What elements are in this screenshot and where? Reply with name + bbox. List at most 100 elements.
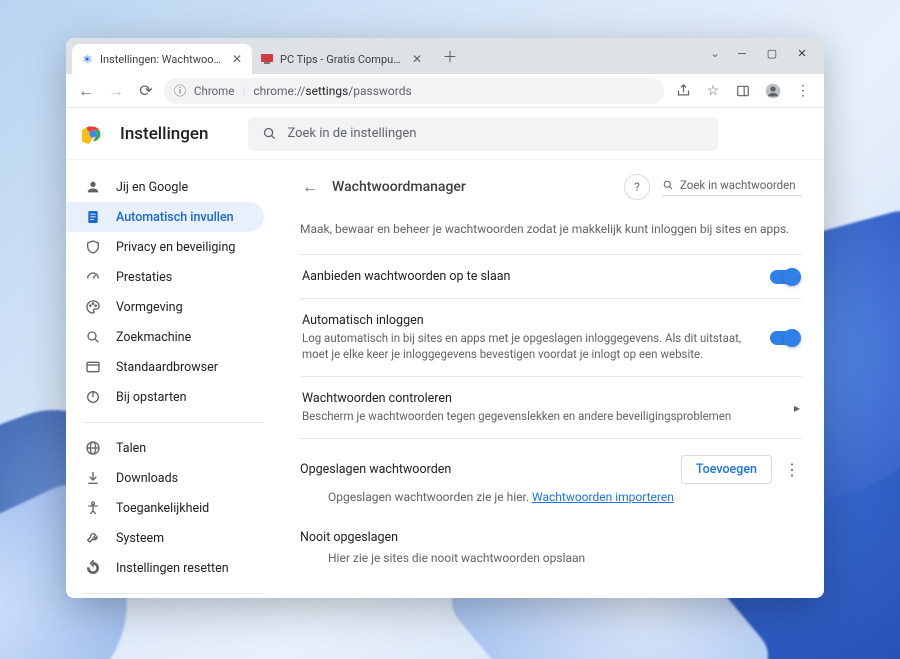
- site-icon: [260, 52, 274, 66]
- sidebar-item-label: Toegankelijkheid: [116, 501, 209, 516]
- sidebar-separator: [84, 422, 264, 423]
- sidebar-item-label: Privacy en beveiliging: [116, 240, 235, 255]
- power-icon: [84, 388, 102, 406]
- sidebar-item-label: Zoekmachine: [116, 330, 191, 345]
- add-password-button[interactable]: Toevoegen: [681, 455, 772, 484]
- sidebar-item-label: Vormgeving: [116, 300, 183, 315]
- settings-title: Instellingen: [120, 124, 208, 144]
- sidebar-item-privacy[interactable]: Privacy en beveiliging: [66, 232, 264, 262]
- minimize-button[interactable]: ─: [728, 42, 756, 64]
- row-title: Aanbieden wachtwoorden op te slaan: [302, 269, 758, 284]
- sidebar-item-appearance[interactable]: Vormgeving: [66, 292, 264, 322]
- section-title: Nooit opgeslagen: [300, 530, 398, 545]
- tab-title: PC Tips - Gratis Computer Tips.: [280, 53, 404, 66]
- sidebar-item-label: Standaardbrowser: [116, 360, 218, 375]
- row-title: Automatisch inloggen: [302, 313, 758, 328]
- close-button[interactable]: ✕: [788, 42, 816, 64]
- sidebar-item-system[interactable]: Systeem: [66, 523, 264, 553]
- sidebar-item-default-browser[interactable]: Standaardbrowser: [66, 352, 264, 382]
- menu-icon[interactable]: ⋮: [790, 78, 816, 104]
- more-menu-button[interactable]: ⋮: [782, 460, 802, 479]
- section-title: Opgeslagen wachtwoorden: [300, 462, 451, 477]
- settings-search[interactable]: Zoek in de instellingen: [248, 117, 718, 151]
- maximize-button[interactable]: ▢: [758, 42, 786, 64]
- never-saved-heading: Nooit opgeslagen: [300, 514, 802, 545]
- new-tab-button[interactable]: ＋: [438, 44, 462, 68]
- origin-label: Chrome: [194, 84, 234, 98]
- sidebar-separator: [84, 593, 264, 594]
- tab-settings[interactable]: Instellingen: Wachtwoordmanag ✕: [72, 44, 252, 74]
- palette-icon: [84, 298, 102, 316]
- speedometer-icon: [84, 268, 102, 286]
- site-info-icon[interactable]: ⓘ: [174, 82, 186, 99]
- empty-text: Opgeslagen wachtwoorden zie je hier.: [328, 490, 529, 504]
- toggle-auto-signin[interactable]: [770, 331, 800, 345]
- sidebar-item-languages[interactable]: Talen: [66, 433, 264, 463]
- page-title: Wachtwoordmanager: [332, 179, 466, 195]
- never-saved-empty: Hier zie je sites die nooit wachtwoorden…: [300, 545, 802, 575]
- search-icon: [262, 126, 277, 141]
- browser-icon: [84, 358, 102, 376]
- search-placeholder: Zoek in wachtwoorden: [680, 178, 796, 192]
- shield-icon: [84, 238, 102, 256]
- saved-passwords-empty: Opgeslagen wachtwoorden zie je hier. Wac…: [300, 484, 802, 514]
- url-path: /passwords: [348, 84, 411, 98]
- sidebar-item-performance[interactable]: Prestaties: [66, 262, 264, 292]
- sidebar-item-autofill[interactable]: Automatisch invullen: [66, 202, 264, 232]
- sidebar-item-label: Automatisch invullen: [116, 210, 234, 225]
- sidebar-item-label: Instellingen resetten: [116, 561, 229, 576]
- row-title: Wachtwoorden controleren: [302, 391, 782, 406]
- settings-header: Instellingen Zoek in de instellingen: [66, 108, 824, 160]
- sidebar-item-reset[interactable]: Instellingen resetten: [66, 553, 264, 583]
- tab-pctips[interactable]: PC Tips - Gratis Computer Tips. ✕: [252, 44, 432, 74]
- page-intro: Maak, bewaar en beheer je wachtwoorden z…: [300, 222, 802, 236]
- browser-toolbar: ← → ⟳ ⓘ Chrome | chrome://settings/passw…: [66, 74, 824, 108]
- nav-forward-button[interactable]: →: [104, 79, 128, 103]
- download-icon: [84, 469, 102, 487]
- help-button[interactable]: ?: [624, 174, 650, 200]
- sidebar-item-startup[interactable]: Bij opstarten: [66, 382, 264, 412]
- share-icon[interactable]: [670, 78, 696, 104]
- document-icon: [84, 208, 102, 226]
- gear-icon: [80, 52, 94, 66]
- chevron-down-icon[interactable]: ⌄: [704, 42, 726, 64]
- close-icon[interactable]: ✕: [230, 52, 244, 66]
- reset-icon: [84, 559, 102, 577]
- sidebar-item-label: Downloads: [116, 471, 178, 486]
- accessibility-icon: [84, 499, 102, 517]
- sidebar-item-accessibility[interactable]: Toegankelijkheid: [66, 493, 264, 523]
- toggle-offer-save[interactable]: [770, 270, 800, 284]
- sidebar-item-label: Prestaties: [116, 270, 172, 285]
- row-check-passwords[interactable]: Wachtwoorden controleren Bescherm je wac…: [300, 376, 802, 438]
- omnibox[interactable]: ⓘ Chrome | chrome://settings/passwords: [164, 78, 664, 104]
- close-icon[interactable]: ✕: [410, 52, 424, 66]
- wrench-icon: [84, 529, 102, 547]
- sidebar-item-downloads[interactable]: Downloads: [66, 463, 264, 493]
- side-panel-icon[interactable]: [730, 78, 756, 104]
- settings-sidebar: Jij en Google Automatisch invullen Priva…: [66, 160, 278, 598]
- search-icon: [84, 328, 102, 346]
- sidebar-item-you-and-google[interactable]: Jij en Google: [66, 172, 264, 202]
- chrome-logo-icon: [82, 123, 104, 145]
- search-icon: [662, 179, 674, 191]
- page-header-row: ← Wachtwoordmanager ? Zoek in wachtwoord…: [300, 174, 802, 200]
- window-controls: ⌄ ─ ▢ ✕: [704, 42, 816, 64]
- import-passwords-link[interactable]: Wachtwoorden importeren: [532, 490, 674, 504]
- bookmark-icon[interactable]: ☆: [700, 78, 726, 104]
- row-subtitle: Log automatisch in bij sites en apps met…: [302, 330, 758, 362]
- tab-strip: Instellingen: Wachtwoordmanag ✕ PC Tips …: [72, 38, 704, 74]
- search-placeholder: Zoek in de instellingen: [287, 126, 416, 141]
- settings-main: ← Wachtwoordmanager ? Zoek in wachtwoord…: [278, 160, 824, 598]
- row-offer-to-save: Aanbieden wachtwoorden op te slaan: [300, 254, 802, 298]
- globe-icon: [84, 439, 102, 457]
- nav-back-button[interactable]: ←: [74, 79, 98, 103]
- row-subtitle: Bescherm je wachtwoorden tegen gegevensl…: [302, 408, 782, 424]
- saved-passwords-heading: Opgeslagen wachtwoorden Toevoegen ⋮: [300, 438, 802, 484]
- profile-icon[interactable]: [760, 78, 786, 104]
- reload-button[interactable]: ⟳: [134, 79, 158, 103]
- sidebar-item-label: Systeem: [116, 531, 164, 546]
- password-search-input[interactable]: Zoek in wachtwoorden: [662, 178, 802, 196]
- sidebar-item-search-engine[interactable]: Zoekmachine: [66, 322, 264, 352]
- sidebar-item-label: Jij en Google: [116, 180, 188, 195]
- back-arrow-button[interactable]: ←: [300, 177, 320, 197]
